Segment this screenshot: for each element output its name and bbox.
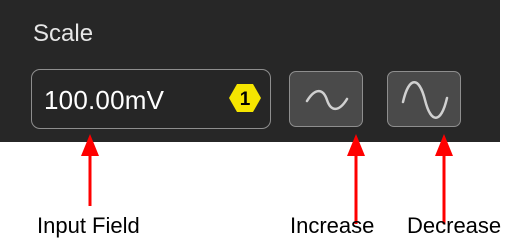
knob-badge-number: 1 (240, 89, 251, 110)
input-field-label: Input Field (37, 213, 140, 238)
wave-small-icon (305, 89, 349, 111)
page: Scale 100.00mV 1 Input Field Increase De… (0, 0, 521, 241)
scale-input-field[interactable]: 100.00mV 1 (31, 69, 271, 129)
knob-badge-icon: 1 (229, 84, 261, 112)
increase-arrow-icon (347, 134, 365, 224)
scale-input-value: 100.00mV (44, 85, 165, 115)
decrease-label: Decrease (407, 213, 502, 238)
increase-label: Increase (290, 213, 375, 238)
scale-title: Scale (33, 20, 94, 47)
decrease-button[interactable] (387, 71, 461, 127)
increase-button[interactable] (289, 71, 363, 127)
decrease-arrow-icon (435, 134, 453, 224)
scale-panel: Scale 100.00mV 1 (0, 0, 500, 142)
input-field-arrow-icon (81, 134, 99, 206)
wave-large-icon (401, 81, 449, 119)
